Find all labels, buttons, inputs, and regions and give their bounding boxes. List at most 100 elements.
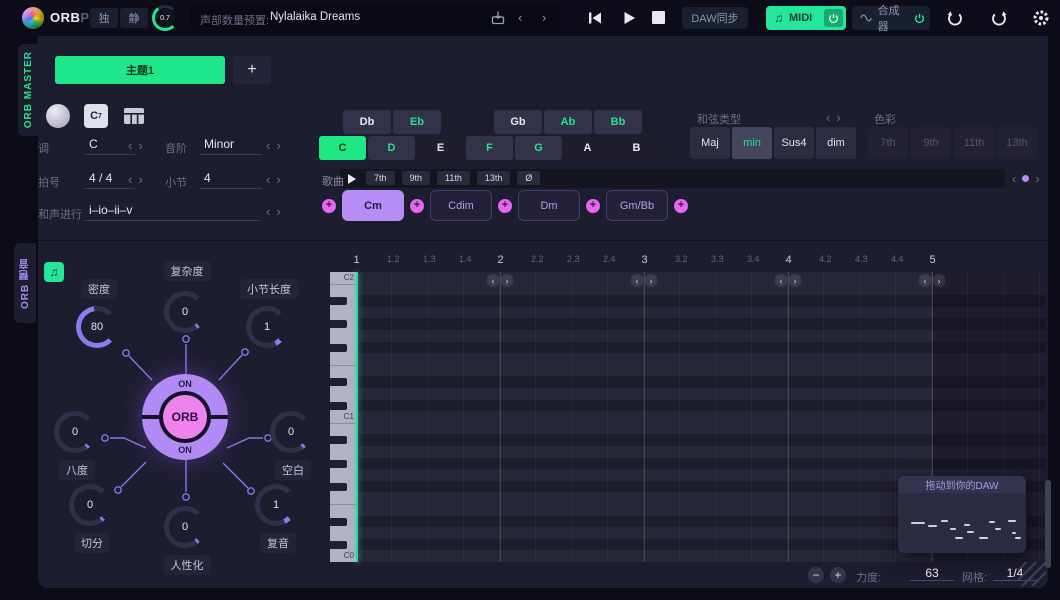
chord-bound-next-icon[interactable]: ›: [500, 274, 514, 287]
extension-7th[interactable]: 7th: [366, 171, 395, 185]
settings-gear-icon[interactable]: [1032, 9, 1050, 27]
pager-dot[interactable]: [1022, 175, 1030, 182]
knob-人性化[interactable]: 0: [164, 506, 206, 548]
playhead[interactable]: [356, 272, 358, 562]
color-13th[interactable]: 13th: [997, 127, 1037, 159]
pager-next-icon[interactable]: ›: [1035, 171, 1039, 186]
chord-bound-prev-icon[interactable]: ‹: [486, 274, 500, 287]
piano-key-black[interactable]: [330, 378, 347, 387]
save-preset-icon[interactable]: [490, 10, 506, 26]
chord-bound-stepper[interactable]: ‹ ›: [630, 274, 658, 287]
timeline-ruler[interactable]: 1 1.2 1.3 1.4 2 2.2 2.3 2.4 3 3.2 3.3 3.4 4 4.2 4.3 4.4…: [354, 254, 1046, 270]
velocity-value[interactable]: 63: [910, 566, 954, 581]
synth-power-icon[interactable]: [911, 9, 927, 27]
piano-key-black[interactable]: [330, 482, 347, 491]
preset-value[interactable]: Nylalaika Dreams: [270, 11, 360, 23]
orb-center[interactable]: ON ON ORB: [142, 374, 228, 460]
drag-to-daw-panel[interactable]: 拖动到你的DAW: [898, 476, 1026, 553]
note-key-Eb[interactable]: Eb: [393, 110, 441, 134]
note-key-Ab[interactable]: Ab: [544, 110, 592, 134]
extension-13th[interactable]: 13th: [476, 171, 511, 185]
redo-icon[interactable]: [990, 9, 1008, 27]
chord-block-Cdim[interactable]: Cdim: [430, 190, 492, 221]
chord-type-Maj[interactable]: Maj: [690, 127, 730, 159]
color-7th[interactable]: 7th: [868, 127, 908, 159]
solo-button[interactable]: 独: [90, 8, 118, 28]
extension-11th[interactable]: 11th: [437, 171, 470, 185]
note-key-E[interactable]: E: [417, 136, 464, 160]
color-9th[interactable]: 9th: [911, 127, 951, 159]
pager-prev-icon[interactable]: ‹: [1012, 171, 1016, 186]
note-key-Db[interactable]: Db: [343, 110, 391, 134]
chord-view-icon[interactable]: C7: [84, 104, 108, 128]
piano-key-black[interactable]: [330, 297, 347, 306]
orb-view-icon[interactable]: [46, 104, 70, 128]
chord-type-min[interactable]: min: [732, 127, 772, 159]
knob-复杂度[interactable]: 0: [164, 291, 206, 333]
add-chord-button[interactable]: +: [498, 198, 512, 213]
chord-bound-prev-icon[interactable]: ‹: [774, 274, 788, 287]
progression-stepper-icons[interactable]: ‹›: [266, 204, 287, 219]
add-theme-button[interactable]: +: [233, 56, 271, 84]
add-chord-button[interactable]: +: [410, 198, 424, 213]
note-key-Gb[interactable]: Gb: [494, 110, 542, 134]
piano-key-black[interactable]: [330, 459, 347, 468]
preset-next-icon[interactable]: ›: [542, 10, 546, 25]
vertical-scrollbar[interactable]: [1045, 480, 1051, 568]
synth-toggle[interactable]: 合成器: [852, 5, 930, 33]
song-play-icon[interactable]: [348, 174, 356, 184]
bars-value[interactable]: 4: [200, 171, 262, 189]
chord-bound-prev-icon[interactable]: ‹: [630, 274, 644, 287]
knob-复音[interactable]: 1: [255, 484, 297, 526]
note-key-A[interactable]: A: [564, 136, 611, 160]
note-key-B[interactable]: B: [613, 136, 660, 160]
scale-stepper-icons[interactable]: ‹›: [266, 138, 287, 153]
extension-Ø[interactable]: Ø: [517, 171, 541, 185]
chord-bound-next-icon[interactable]: ›: [644, 274, 658, 287]
note-key-Bb[interactable]: Bb: [594, 110, 642, 134]
orb-core[interactable]: ORB: [163, 395, 207, 439]
knob-八度[interactable]: 0: [54, 411, 96, 453]
add-chord-button[interactable]: +: [586, 198, 600, 213]
add-chord-button[interactable]: +: [322, 198, 336, 213]
piano-key-black[interactable]: [330, 401, 347, 410]
play-icon[interactable]: [621, 10, 637, 26]
note-key-G[interactable]: G: [515, 136, 562, 160]
knob-切分[interactable]: 0: [69, 484, 111, 526]
piano-keyboard[interactable]: C2 C1 C0: [330, 272, 356, 562]
skip-to-start-icon[interactable]: [587, 10, 603, 26]
chord-type-dim[interactable]: dim: [816, 127, 856, 159]
chord-bound-next-icon[interactable]: ›: [932, 274, 946, 287]
note-key-D[interactable]: D: [368, 136, 415, 160]
note-key-F[interactable]: F: [466, 136, 513, 160]
zoom-out-button[interactable]: −: [808, 567, 824, 583]
mute-button[interactable]: 静: [120, 8, 148, 28]
midi-power-icon[interactable]: [824, 9, 843, 27]
piano-key-black[interactable]: [330, 320, 347, 329]
key-stepper-icons[interactable]: ‹›: [128, 138, 149, 153]
grid-view-icon[interactable]: [122, 105, 146, 127]
chord-block-Dm[interactable]: Dm: [518, 190, 580, 221]
melody-notes-icon[interactable]: ♫: [44, 262, 64, 282]
stop-icon[interactable]: [652, 11, 665, 24]
chord-bound-stepper[interactable]: ‹ ›: [918, 274, 946, 287]
extension-9th[interactable]: 9th: [401, 171, 431, 185]
chord-type-Sus4[interactable]: Sus4: [774, 127, 814, 159]
theme-tab[interactable]: 主题1: [55, 56, 225, 84]
knob-空白[interactable]: 0: [270, 411, 312, 453]
scale-value[interactable]: Minor: [200, 137, 262, 155]
chord-block-Gm-Bb[interactable]: Gm/Bb: [606, 190, 668, 221]
piano-key-black[interactable]: [330, 436, 347, 445]
chord-bound-prev-icon[interactable]: ‹: [918, 274, 932, 287]
knob-小节长度[interactable]: 1: [246, 306, 288, 348]
color-11th[interactable]: 11th: [954, 127, 994, 159]
midi-toggle[interactable]: ♫ MIDI: [766, 6, 846, 30]
piano-key-black[interactable]: [330, 540, 347, 549]
tab-orb-arp[interactable]: ORB 琶音: [14, 243, 36, 323]
master-volume-knob[interactable]: 0.7: [152, 5, 178, 31]
preset-prev-icon[interactable]: ‹: [518, 10, 522, 25]
chord-type-stepper-icons[interactable]: ‹›: [826, 110, 847, 125]
zoom-in-button[interactable]: +: [830, 567, 846, 583]
add-chord-button[interactable]: +: [674, 198, 688, 213]
chord-block-Cm[interactable]: Cm: [342, 190, 404, 221]
